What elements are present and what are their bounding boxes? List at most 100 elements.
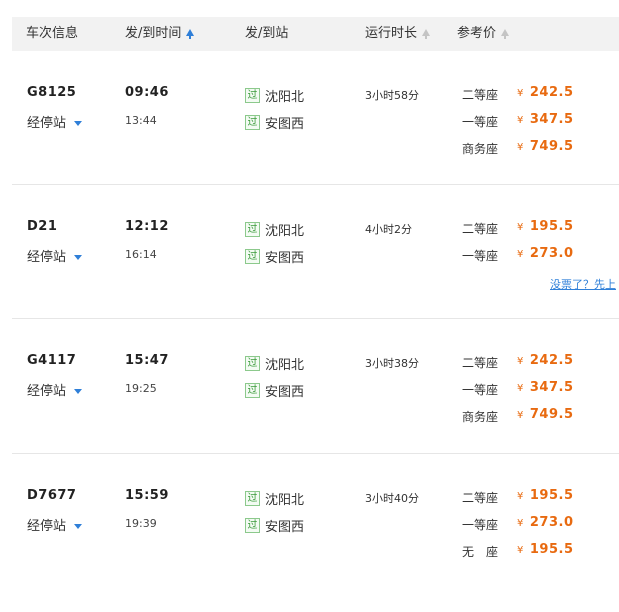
seat-price: ¥749.5 [517, 139, 574, 154]
departure-station-cell: 过沈阳北 [245, 353, 304, 373]
yen-symbol: ¥ [517, 491, 524, 502]
duration: 3小时38分 [365, 357, 419, 370]
stops-dropdown[interactable]: 经停站 [27, 515, 83, 534]
header-duration-sort[interactable]: 运行时长 [365, 17, 431, 51]
departure-station: 沈阳北 [265, 358, 305, 373]
price-value: 273.0 [529, 246, 574, 261]
seat-type: 二等座 [462, 491, 499, 505]
arrival-station-cell: 过安图西 [245, 380, 304, 400]
chevron-down-icon [74, 524, 83, 529]
pass-badge: 过 [245, 222, 260, 237]
seat-price: ¥195.5 [517, 542, 574, 557]
departure-station-cell: 过沈阳北 [245, 85, 304, 105]
train-number[interactable]: D7677 [27, 488, 76, 503]
seat-type: 一等座 [462, 249, 499, 263]
price-value: 242.5 [529, 85, 574, 100]
header-station: 发/到站 [245, 26, 289, 41]
seat-price: ¥273.0 [517, 515, 574, 530]
pass-badge: 过 [245, 491, 260, 506]
row-divider [12, 453, 619, 454]
seat-type: 一等座 [462, 383, 499, 397]
yen-symbol: ¥ [517, 88, 524, 99]
yen-symbol: ¥ [517, 249, 524, 260]
train-row: D7677 经停站 15:59 19:39 过沈阳北 过安图西 3小时40分 二… [12, 488, 619, 588]
arrival-station: 安图西 [265, 520, 305, 535]
arrival-time: 13:44 [125, 114, 157, 127]
departure-station: 沈阳北 [265, 224, 305, 239]
seat-price: ¥347.5 [517, 112, 574, 127]
pass-badge: 过 [245, 383, 260, 398]
sort-up-icon [186, 29, 195, 39]
arrival-station: 安图西 [265, 385, 305, 400]
price-value: 195.5 [529, 219, 574, 234]
arrival-time: 19:25 [125, 382, 157, 395]
pass-badge: 过 [245, 356, 260, 371]
stops-dropdown[interactable]: 经停站 [27, 246, 83, 265]
yen-symbol: ¥ [517, 545, 524, 556]
train-row: G4117 经停站 15:47 19:25 过沈阳北 过安图西 3小时38分 二… [12, 353, 619, 453]
departure-station-cell: 过沈阳北 [245, 488, 304, 508]
train-number[interactable]: D21 [27, 219, 57, 234]
price-value: 347.5 [529, 112, 574, 127]
seat-type: 二等座 [462, 356, 499, 370]
arrival-time: 16:14 [125, 248, 157, 261]
header-duration-label: 运行时长 [365, 26, 418, 41]
no-ticket-link[interactable]: 没票了？先上 [550, 276, 616, 292]
stops-label: 经停站 [27, 116, 67, 131]
departure-station: 沈阳北 [265, 493, 305, 508]
header-price-label: 参考价 [457, 26, 497, 41]
stops-label: 经停站 [27, 519, 67, 534]
train-row: G8125 经停站 09:46 13:44 过沈阳北 过安图西 3小时58分 二… [12, 85, 619, 185]
stops-dropdown[interactable]: 经停站 [27, 112, 83, 131]
header-time-label: 发/到时间 [125, 26, 182, 41]
duration: 4小时2分 [365, 223, 412, 236]
price-value: 242.5 [529, 353, 574, 368]
yen-symbol: ¥ [517, 115, 524, 126]
arrival-time: 19:39 [125, 517, 157, 530]
arrival-station-cell: 过安图西 [245, 246, 304, 266]
seat-price: ¥195.5 [517, 488, 574, 503]
row-divider [12, 184, 619, 185]
price-value: 749.5 [529, 407, 574, 422]
price-value: 749.5 [529, 139, 574, 154]
yen-symbol: ¥ [517, 222, 524, 233]
chevron-down-icon [74, 389, 83, 394]
table-header: 车次信息 发/到时间 发/到站 运行时长 参考价 [12, 17, 619, 51]
chevron-down-icon [74, 255, 83, 260]
pass-badge: 过 [245, 249, 260, 264]
header-time-sort[interactable]: 发/到时间 [125, 17, 195, 51]
pass-badge: 过 [245, 115, 260, 130]
yen-symbol: ¥ [517, 383, 524, 394]
seat-price: ¥347.5 [517, 380, 574, 395]
arrival-station-cell: 过安图西 [245, 112, 304, 132]
seat-type: 商务座 [462, 410, 499, 424]
sort-icon [501, 29, 510, 39]
train-number[interactable]: G8125 [27, 85, 76, 100]
arrival-station: 安图西 [265, 251, 305, 266]
departure-time: 15:59 [125, 488, 169, 503]
seat-type: 二等座 [462, 222, 499, 236]
duration: 3小时58分 [365, 89, 419, 102]
train-number[interactable]: G4117 [27, 353, 76, 368]
header-train-info: 车次信息 [26, 26, 79, 41]
seat-price: ¥273.0 [517, 246, 574, 261]
seat-price: ¥195.5 [517, 219, 574, 234]
seat-type: 一等座 [462, 115, 499, 129]
header-price-sort[interactable]: 参考价 [457, 17, 510, 51]
yen-symbol: ¥ [517, 356, 524, 367]
chevron-down-icon [74, 121, 83, 126]
stops-label: 经停站 [27, 250, 67, 265]
seat-type: 二等座 [462, 88, 499, 102]
price-value: 273.0 [529, 515, 574, 530]
price-value: 347.5 [529, 380, 574, 395]
price-value: 195.5 [529, 488, 574, 503]
stops-dropdown[interactable]: 经停站 [27, 380, 83, 399]
seat-type: 一等座 [462, 518, 499, 532]
train-row: D21 经停站 12:12 16:14 过沈阳北 过安图西 4小时2分 二等座 … [12, 219, 619, 319]
seat-type: 商务座 [462, 142, 499, 156]
pass-badge: 过 [245, 518, 260, 533]
stops-label: 经停站 [27, 384, 67, 399]
row-divider [12, 318, 619, 319]
departure-station-cell: 过沈阳北 [245, 219, 304, 239]
yen-symbol: ¥ [517, 410, 524, 421]
